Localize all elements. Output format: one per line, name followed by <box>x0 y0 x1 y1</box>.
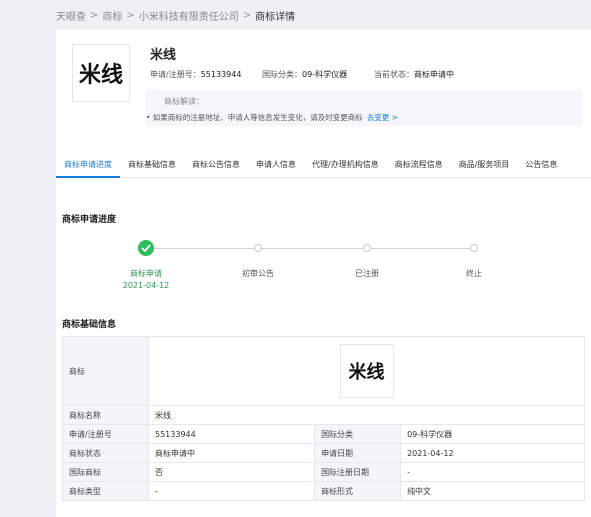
interpretation-text: • 如果商标的注册地址、申请人等信息发生变化，请及时变更商标 去变更 > <box>146 112 398 123</box>
table-row: 商标 米线 <box>62 336 585 406</box>
status-value: 商标申请中 <box>414 70 454 79</box>
table-value: 55133944 <box>147 424 316 444</box>
tab-application-progress[interactable]: 商标申请进度 <box>56 154 120 178</box>
table-row: 国际商标 否 国际注册日期 - <box>62 462 585 482</box>
progress-section-title: 商标申请进度 <box>62 215 117 225</box>
progress-step-node <box>363 244 371 252</box>
table-value: 2021-04-12 <box>400 443 585 463</box>
tab-notices[interactable]: 公告信息 <box>517 154 565 178</box>
table-value: 商标申请中 <box>147 443 316 463</box>
breadcrumb-current: 商标详情 <box>255 11 296 23</box>
progress-step-date: 2021-04-12 <box>122 281 170 290</box>
table-value: 米线 <box>148 336 585 406</box>
table-key: 国际注册日期 <box>314 462 402 482</box>
trademark-interpretation: 商标解读： • 如果商标的注册地址、申请人等信息发生变化，请及时变更商标 去变更 … <box>146 90 582 126</box>
progress-step-node <box>254 244 262 252</box>
trademark-image: 米线 <box>339 344 394 398</box>
progress-step-label: 商标申请 <box>130 269 162 278</box>
reg-no-meta: 申请/注册号：55133944 <box>150 69 241 80</box>
interpretation-message: • 如果商标的注册地址、申请人等信息发生变化，请及时变更商标 <box>146 113 363 122</box>
table-key: 商标状态 <box>62 443 149 463</box>
table-key: 商标 <box>62 336 149 406</box>
progress-step-node <box>470 244 478 252</box>
breadcrumb-trademark[interactable]: 商标 <box>102 8 122 23</box>
table-key: 商标类型 <box>62 481 149 501</box>
table-value: 米线 <box>148 405 585 425</box>
change-link[interactable]: 去变更 > <box>367 113 398 122</box>
interpretation-title: 商标解读： <box>164 97 204 106</box>
breadcrumb-home[interactable]: 天眼查 <box>56 8 86 23</box>
tab-goods-services[interactable]: 商品/服务项目 <box>451 154 518 178</box>
table-value: 否 <box>147 462 316 482</box>
reg-no-value: 55133944 <box>200 70 242 79</box>
breadcrumb: 天眼查 > 商标 > 小米科技有限责任公司 > 商标详情 <box>56 8 296 23</box>
table-row: 商标类型 - 商标形式 纯中文 <box>62 481 585 501</box>
progress-step-label: 终止 <box>466 269 482 278</box>
basic-info-table: 商标 米线 商标名称 米线 申请/注册号 55133944 国际分类 09-科学… <box>62 336 585 501</box>
table-key: 商标名称 <box>62 405 149 425</box>
tab-applicant-info[interactable]: 申请人信息 <box>248 154 304 178</box>
application-progress: 商标申请 2021-04-12 初审公告 已注册 终止 <box>56 236 591 296</box>
table-row: 申请/注册号 55133944 国际分类 09-科学仪器 <box>62 424 585 444</box>
table-value: 纯中文 <box>400 481 585 501</box>
breadcrumb-separator: > <box>126 9 135 21</box>
table-key: 商标形式 <box>314 481 402 501</box>
table-key: 国际商标 <box>62 462 149 482</box>
tab-basic-info[interactable]: 商标基础信息 <box>120 154 184 178</box>
table-value: 09-科学仪器 <box>400 424 585 444</box>
detail-card: 米线 米线 申请/注册号：55133944 国际分类：09-科学仪器 当前状态：… <box>56 30 591 517</box>
progress-step-done-icon <box>138 240 154 256</box>
basic-section-title: 商标基础信息 <box>62 320 117 330</box>
table-row: 商标状态 商标申请中 申请日期 2021-04-12 <box>62 443 585 463</box>
table-key: 申请日期 <box>314 443 402 463</box>
progress-step-label: 已注册 <box>355 269 379 278</box>
tab-announcement-info[interactable]: 商标公告信息 <box>184 154 248 178</box>
tab-bar: 商标申请进度 商标基础信息 商标公告信息 申请人信息 代理/办理机构信息 商标流… <box>56 154 591 178</box>
table-row: 商标名称 米线 <box>62 405 585 425</box>
table-value: - <box>147 481 316 501</box>
class-meta: 国际分类：09-科学仪器 <box>262 69 347 80</box>
trademark-logo: 米线 <box>72 44 130 102</box>
table-value: - <box>400 462 585 482</box>
status-label: 当前状态： <box>374 70 414 79</box>
progress-step-label: 初审公告 <box>242 269 274 278</box>
page-title: 米线 <box>150 48 177 63</box>
class-value: 09-科学仪器 <box>302 70 348 79</box>
reg-no-label: 申请/注册号： <box>150 70 201 79</box>
progress-track <box>154 248 470 249</box>
breadcrumb-separator: > <box>242 9 252 21</box>
breadcrumb-separator: > <box>90 9 99 21</box>
table-key: 申请/注册号 <box>62 424 149 444</box>
table-key: 国际分类 <box>314 424 402 444</box>
status-meta: 当前状态：商标申请中 <box>374 69 454 80</box>
class-label: 国际分类： <box>262 70 302 79</box>
breadcrumb-company[interactable]: 小米科技有限责任公司 <box>139 8 239 23</box>
tab-agency-info[interactable]: 代理/办理机构信息 <box>304 154 387 178</box>
tab-process-info[interactable]: 商标流程信息 <box>387 154 451 178</box>
